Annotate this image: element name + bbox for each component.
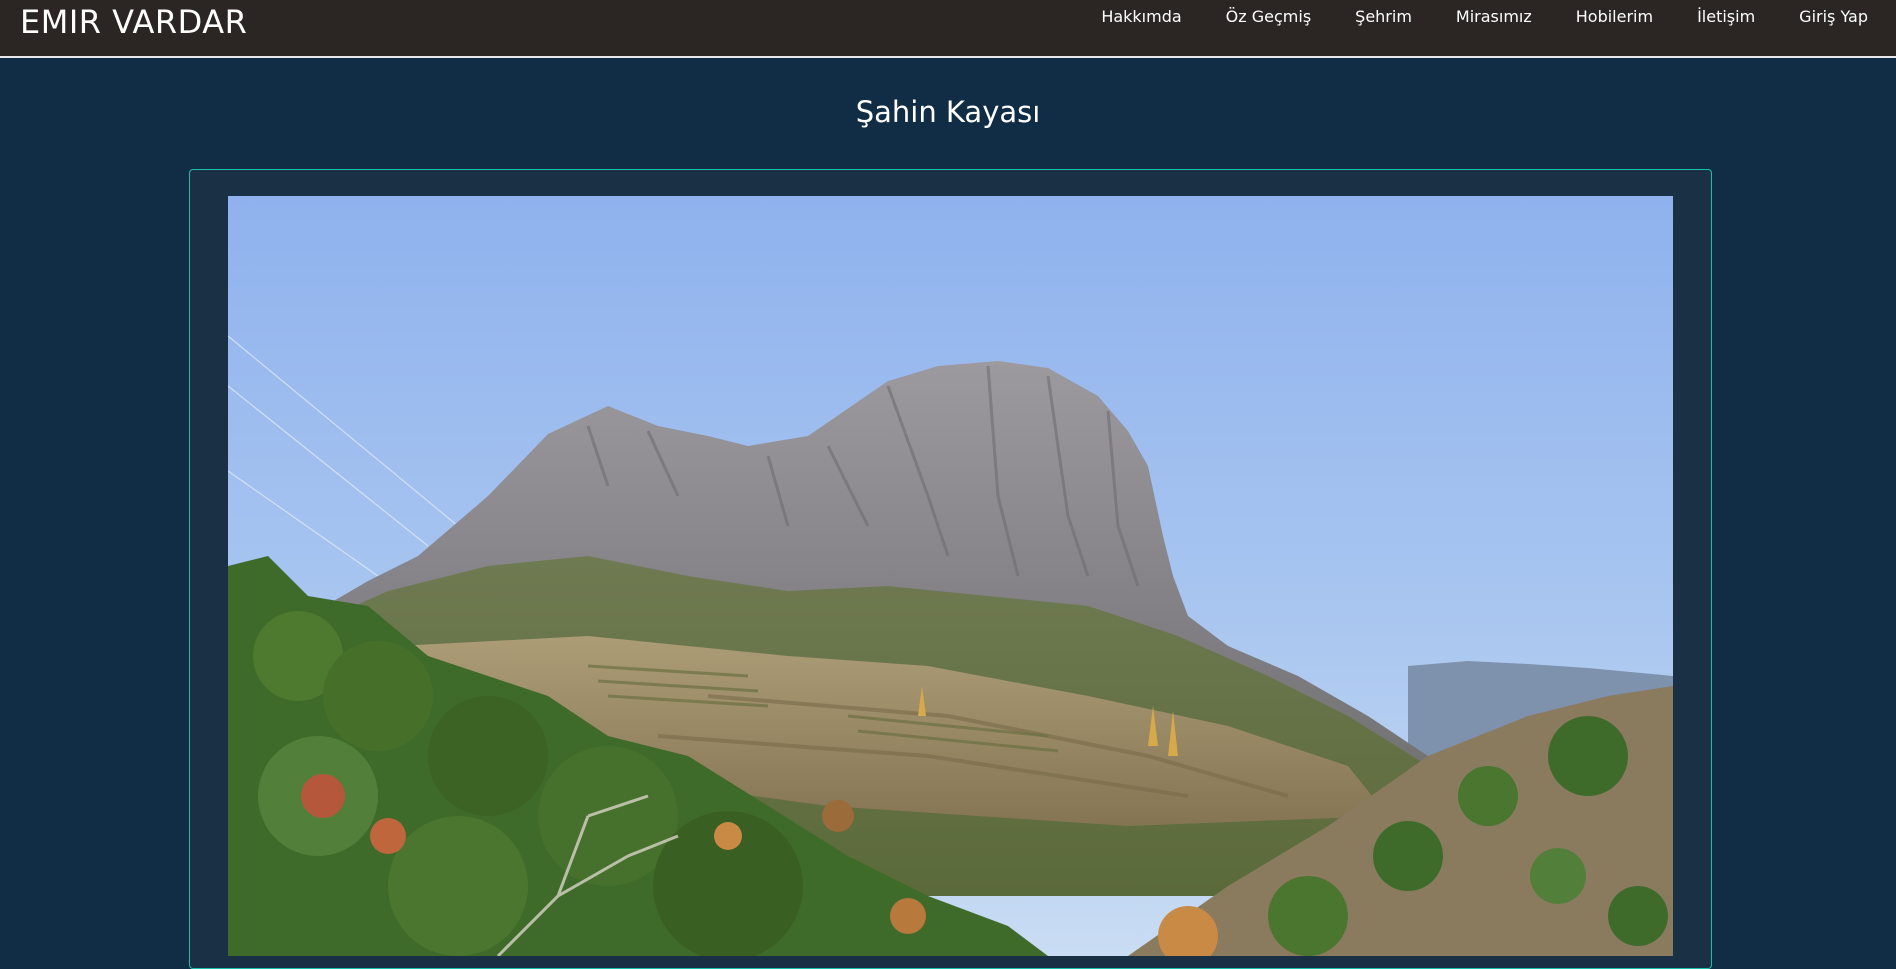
nav-link-contact[interactable]: İletişim bbox=[1697, 6, 1755, 28]
main-nav: Hakkımda Öz Geçmiş Şehrim Mirasımız Hobi… bbox=[1057, 6, 1868, 28]
site-brand[interactable]: EMIR VARDAR bbox=[20, 2, 247, 42]
top-navbar: EMIR VARDAR Hakkımda Öz Geçmiş Şehrim Mi… bbox=[0, 0, 1896, 58]
nav-link-login[interactable]: Giriş Yap bbox=[1799, 6, 1868, 28]
nav-link-hobbies[interactable]: Hobilerim bbox=[1576, 6, 1653, 28]
main-content: Şahin Kayası bbox=[0, 58, 1896, 969]
nav-link-city[interactable]: Şehrim bbox=[1355, 6, 1412, 28]
nav-link-resume[interactable]: Öz Geçmiş bbox=[1226, 6, 1311, 28]
page-title: Şahin Kayası bbox=[855, 95, 1041, 129]
landscape-photo bbox=[228, 196, 1673, 956]
nav-link-about[interactable]: Hakkımda bbox=[1101, 6, 1181, 28]
nav-link-heritage[interactable]: Mirasımız bbox=[1456, 6, 1532, 28]
photo-card bbox=[189, 169, 1712, 969]
